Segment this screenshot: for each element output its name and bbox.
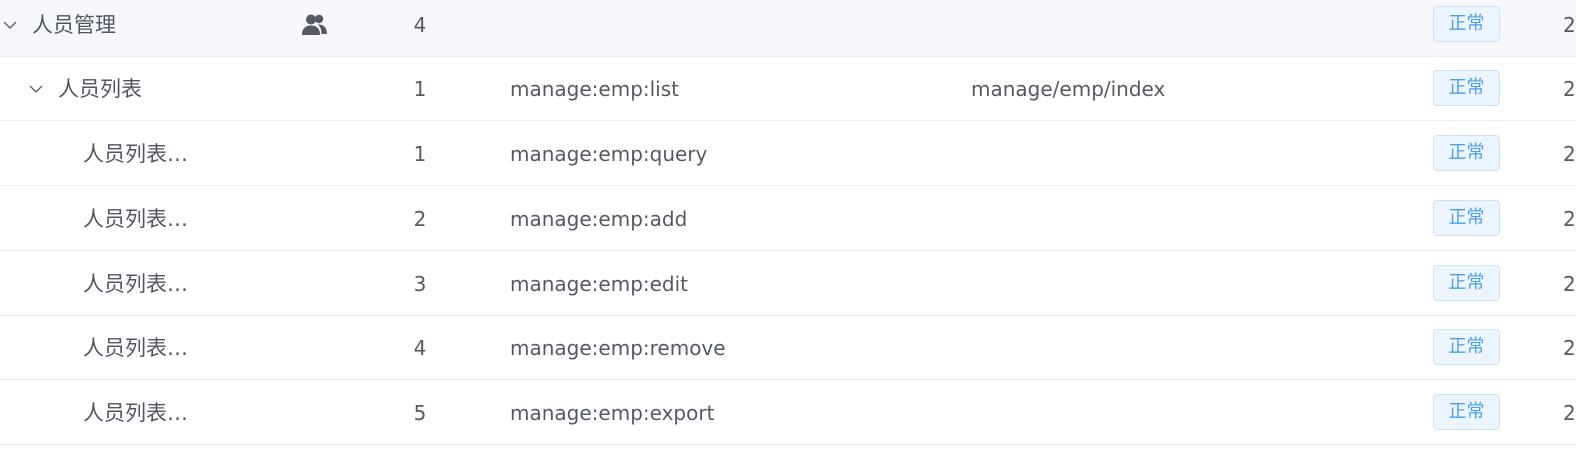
table-row[interactable]: 人员列表… 4 manage:emp:remove 正常 2 [0,316,1576,380]
menu-name-cell: 人员列表… [0,316,290,380]
table-row[interactable]: 人员列表… 5 manage:emp:export 正常 2 [0,381,1576,445]
clipped-column-text: 2 [1563,207,1576,231]
clipped-column-text: 2 [1563,272,1576,296]
clipped-column-text: 2 [1563,142,1576,166]
component-path: manage/emp/index [971,77,1166,101]
status-cell: 正常 [1432,316,1502,380]
table-row[interactable]: 人员列表 1 manage:emp:list manage/emp/index … [0,57,1576,121]
order-num: 1 [413,142,427,166]
table-row[interactable]: 人员列表… 2 manage:emp:add 正常 2 [0,187,1576,251]
menu-name-label: 人员列表… [83,142,188,166]
clipped-column-text: 2 [1563,336,1576,360]
users-icon [297,0,333,57]
menu-name-cell: 人员列表… [0,187,290,251]
component-path [971,316,1391,380]
status-badge: 正常 [1433,394,1500,430]
status-cell: 正常 [1432,122,1502,186]
status-cell: 正常 [1432,0,1502,57]
status-cell: 正常 [1432,252,1502,316]
menu-name-cell: 人员列表… [0,122,290,186]
perms-text: manage:emp:query [510,142,708,166]
perms-text: manage:emp:edit [510,272,689,296]
order-num: 5 [413,401,427,425]
status-cell: 正常 [1432,187,1502,251]
menu-name-label: 人员列表… [83,207,188,231]
order-num: 4 [413,336,427,360]
status-badge: 正常 [1433,265,1500,301]
order-num: 3 [413,272,427,296]
status-badge: 正常 [1433,70,1500,106]
menu-name-label: 人员列表 [58,77,142,101]
clipped-column-text: 2 [1563,13,1576,37]
perms-text: manage:emp:add [510,207,688,231]
clipped-column-text: 2 [1563,401,1576,425]
perms-text: manage:emp:remove [510,336,726,360]
menu-name-cell: 人员列表 [0,57,290,121]
menu-name-label: 人员列表… [83,401,188,425]
order-num: 1 [413,77,427,101]
menu-name-label: 人员列表… [83,272,188,296]
component-path [971,187,1391,251]
order-num: 2 [413,207,427,231]
chevron-down-icon[interactable] [28,74,44,104]
menu-tree-table: 人员管理 4 正常 2 人员列表 1 manage:emp:list manag [0,0,1576,457]
menu-name-label: 人员列表… [83,336,188,360]
menu-name-cell: 人员列表… [0,381,290,445]
status-cell: 正常 [1432,381,1502,445]
status-cell: 正常 [1432,57,1502,121]
component-path [971,122,1391,186]
perms-text: manage:emp:export [510,401,715,425]
status-badge: 正常 [1433,329,1500,365]
order-num: 4 [413,13,427,37]
chevron-down-icon[interactable] [2,10,18,40]
table-row[interactable]: 人员列表… 3 manage:emp:edit 正常 2 [0,252,1576,316]
perms-text [510,0,930,57]
status-badge: 正常 [1433,200,1500,236]
component-path [971,0,1391,57]
component-path [971,252,1391,316]
menu-name-cell: 人员管理 [0,0,290,57]
menu-name-label: 人员管理 [32,13,116,37]
clipped-column-text: 2 [1563,77,1576,101]
table-row[interactable]: 人员管理 4 正常 2 [0,0,1576,57]
component-path [971,381,1391,445]
table-row[interactable]: 人员列表… 1 manage:emp:query 正常 2 [0,122,1576,186]
menu-name-cell: 人员列表… [0,252,290,316]
status-badge: 正常 [1433,6,1500,42]
status-badge: 正常 [1433,135,1500,171]
perms-text: manage:emp:list [510,77,680,101]
